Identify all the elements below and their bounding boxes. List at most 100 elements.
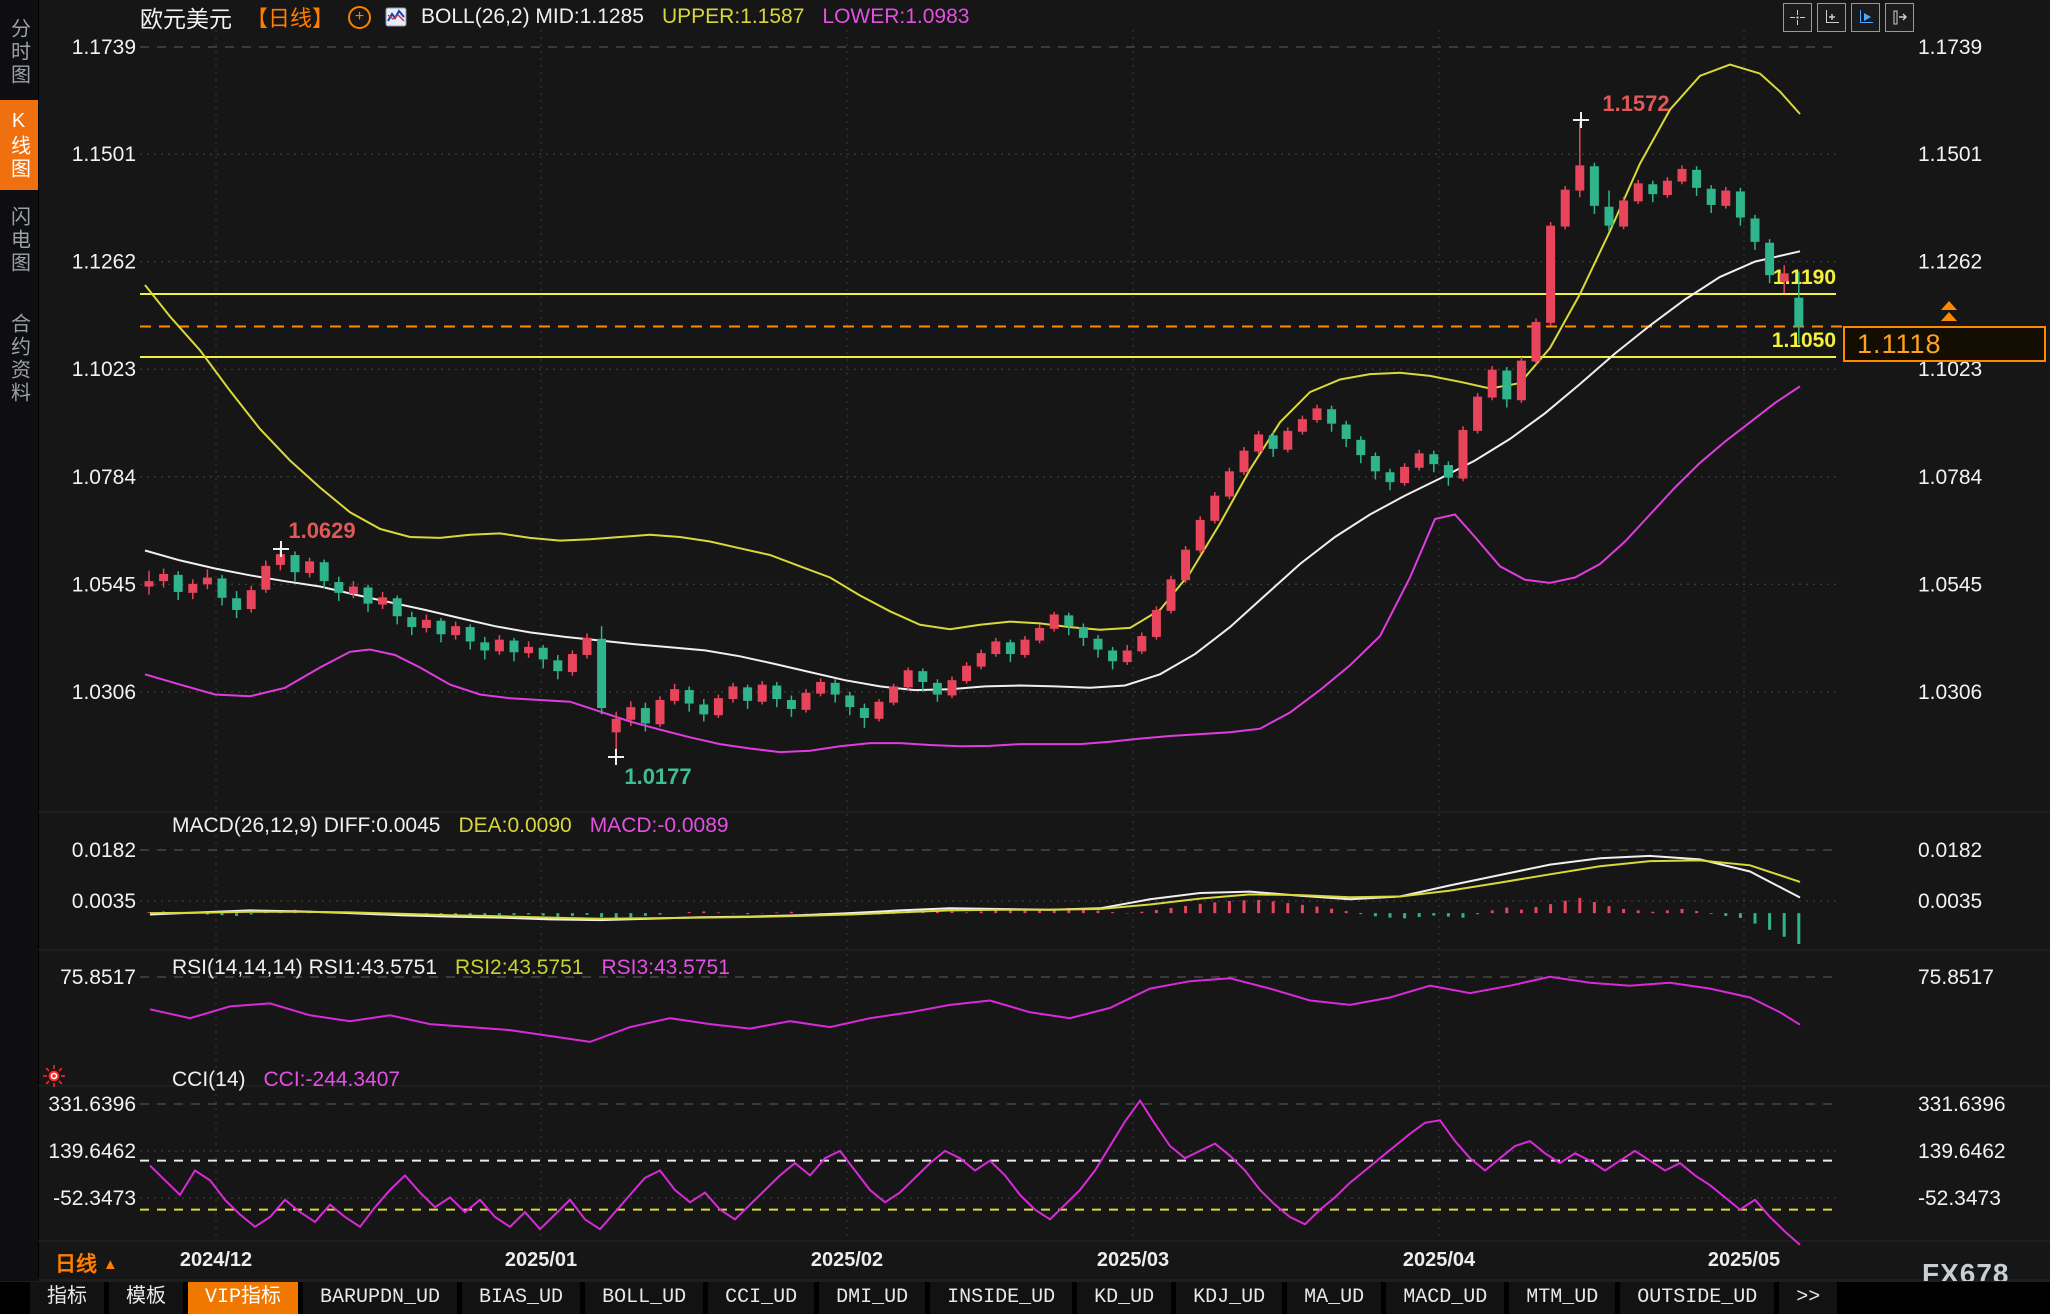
axis-label: 1.1739: [1918, 36, 1982, 59]
candle-body: [875, 702, 884, 719]
readout-segment: UPPER:1.1587: [662, 5, 804, 29]
candle-body: [1561, 190, 1570, 227]
chart-header: 欧元美元 【日线】 + BOLL(26,2) MID:1.1285UPPER:1…: [140, 3, 969, 31]
candle-body: [1050, 614, 1059, 628]
period-tag: 【日线】: [246, 1, 334, 33]
indicator-tab[interactable]: 模板: [109, 1282, 183, 1314]
indicator-tab[interactable]: MA_UD: [1287, 1282, 1381, 1314]
candle-body: [1736, 191, 1745, 217]
axis-label: 139.6462: [48, 1140, 136, 1163]
axis-shift-button[interactable]: [1885, 3, 1914, 32]
readout-segment: RSI3:43.5751: [601, 956, 729, 980]
readout-segment: MACD:-0.0089: [590, 814, 729, 838]
axis-scale-button[interactable]: [1817, 3, 1846, 32]
axis-label: 0.0182: [72, 839, 136, 862]
candle-body: [349, 587, 358, 594]
chart-type-icon[interactable]: [385, 6, 407, 28]
axis-play-button[interactable]: [1851, 3, 1880, 32]
indicator-tab[interactable]: KDJ_UD: [1176, 1282, 1282, 1314]
pan-crosshair-button[interactable]: [1783, 3, 1812, 32]
axis-label: 75.8517: [60, 966, 136, 989]
chart-canvas[interactable]: 1.17391.17391.15011.15011.12621.12621.10…: [0, 0, 2050, 1314]
candle-body: [1254, 434, 1263, 451]
indicator-tab[interactable]: MACD_UD: [1386, 1282, 1504, 1314]
indicator-tab[interactable]: KD_UD: [1077, 1282, 1171, 1314]
candle-body: [1444, 465, 1453, 478]
candle-body: [495, 640, 504, 652]
indicator-tab[interactable]: BIAS_UD: [462, 1282, 580, 1314]
candle-body: [524, 647, 533, 653]
candle-body: [1692, 170, 1701, 188]
candle-body: [1663, 181, 1672, 195]
axis-label: 1.0545: [1918, 573, 1982, 596]
add-indicator-icon[interactable]: +: [348, 6, 371, 29]
candle-body: [1123, 650, 1132, 662]
indicator-tab[interactable]: VIP指标: [188, 1282, 298, 1314]
candle-body: [232, 598, 241, 610]
candle-body: [962, 666, 971, 681]
candle-body: [933, 683, 942, 695]
candle-body: [437, 621, 446, 635]
indicator-line: [150, 977, 1800, 1042]
extremum-label: 1.1572: [1602, 91, 1669, 116]
candle-body: [860, 708, 869, 718]
candle-body: [845, 695, 854, 707]
candle-body: [305, 561, 314, 573]
candle-body: [670, 689, 679, 701]
candle-body: [1794, 298, 1803, 327]
candle-body: [1721, 191, 1730, 206]
indicator-tab[interactable]: >>: [1779, 1282, 1837, 1314]
indicator-line: [145, 386, 1800, 752]
candle-body: [1765, 243, 1774, 275]
axis-label: 1.1023: [72, 358, 136, 381]
current-price-box: 1.1118: [1843, 326, 2046, 362]
indicator-tab[interactable]: OUTSIDE_UD: [1620, 1282, 1774, 1314]
axis-label: 1.0784: [1918, 466, 1983, 489]
axis-label: 1.1739: [72, 36, 136, 59]
candle-body: [291, 555, 300, 572]
indicator-tab[interactable]: 指标: [30, 1282, 104, 1314]
bottom-tabbar: 指标模板VIP指标BARUPDN_UDBIAS_UDBOLL_UDCCI_UDD…: [0, 1281, 2050, 1314]
candle-body: [1035, 628, 1044, 641]
candle-body: [145, 581, 154, 586]
indicator-tab[interactable]: BOLL_UD: [585, 1282, 703, 1314]
candle-body: [1064, 615, 1073, 626]
indicator-line: [145, 65, 1800, 630]
candle-body: [334, 582, 343, 593]
candle-body: [612, 719, 621, 733]
period-selector[interactable]: 日线 ▲: [55, 1248, 118, 1278]
candle-body: [597, 639, 606, 708]
candle-body: [1473, 397, 1482, 431]
date-label: 2025/04: [1403, 1249, 1475, 1272]
candle-body: [948, 680, 957, 695]
triangle-up-icon: ▲: [103, 1256, 118, 1273]
candle-body: [1517, 361, 1526, 401]
candle-body: [685, 690, 694, 704]
candle-body: [1196, 520, 1205, 551]
indicator-tab[interactable]: CCI_UD: [708, 1282, 814, 1314]
axis-label: 1.0784: [72, 466, 137, 489]
indicator-tab[interactable]: INSIDE_UD: [930, 1282, 1072, 1314]
candle-body: [1094, 639, 1103, 650]
candle-body: [904, 670, 913, 687]
axis-label: -52.3473: [53, 1187, 136, 1210]
date-label: 2025/01: [505, 1249, 577, 1272]
candle-body: [1225, 471, 1234, 496]
readout-segment: MACD(26,12,9) DIFF:0.0045: [172, 814, 440, 838]
candle-body: [714, 698, 723, 715]
indicator-line: [150, 860, 1800, 918]
indicator-tab[interactable]: MTM_UD: [1509, 1282, 1615, 1314]
date-label: 2024/12: [180, 1249, 252, 1272]
indicator-line: [150, 1101, 1800, 1245]
candle-body: [729, 686, 738, 699]
indicator-tab[interactable]: DMI_UD: [819, 1282, 925, 1314]
readout-segment: LOWER:1.0983: [822, 5, 969, 29]
candle-body: [378, 597, 387, 604]
candle-body: [407, 617, 416, 627]
indicator-tab[interactable]: BARUPDN_UD: [303, 1282, 457, 1314]
candle-body: [889, 686, 898, 702]
candle-body: [831, 683, 840, 695]
rsi-indicator-readout: RSI(14,14,14) RSI1:43.5751RSI2:43.5751RS…: [172, 956, 730, 980]
extremum-label: 1.0177: [624, 764, 691, 789]
candle-body: [1415, 453, 1424, 467]
